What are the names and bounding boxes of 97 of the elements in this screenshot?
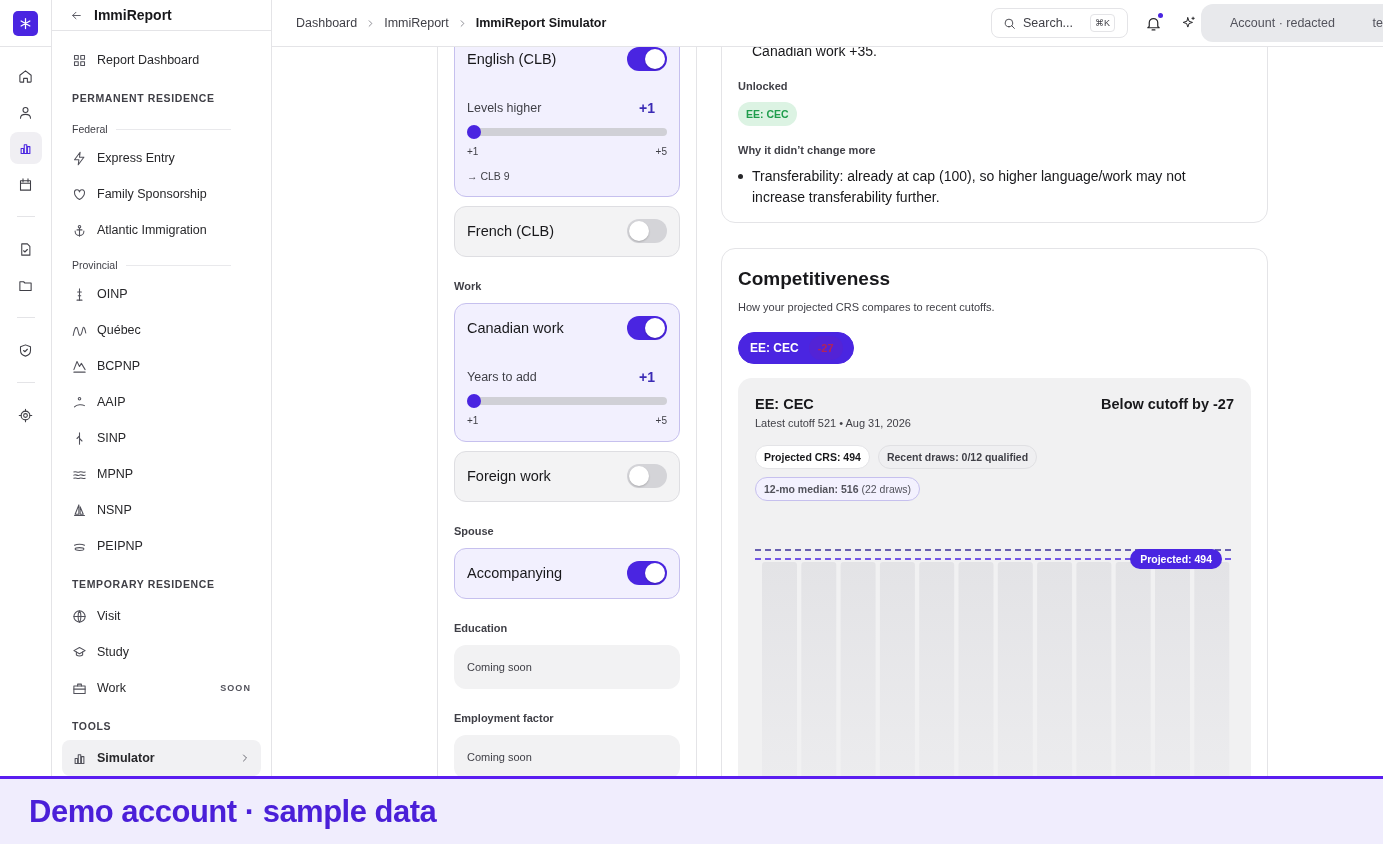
nav-item[interactable]: AAIP <box>62 384 261 420</box>
sparkle-icon <box>1182 16 1196 30</box>
calendar-icon <box>18 176 33 192</box>
nav-item[interactable]: Simulator <box>62 740 261 776</box>
breadcrumb-link[interactable]: ImmiReport <box>384 16 449 30</box>
slider-label: Levels higher <box>467 101 542 115</box>
breadcrumb-current: ImmiReport Simulator <box>475 16 607 30</box>
sailboat-icon <box>72 502 87 518</box>
section-label: Employment factor <box>454 711 555 725</box>
nav-item[interactable]: SINP <box>62 420 261 456</box>
coming-soon-card: Coming soon <box>454 645 680 689</box>
banner-text: Demo account · sample data <box>29 793 437 830</box>
briefcase-icon <box>72 680 87 696</box>
assistant-button[interactable] <box>1182 15 1196 31</box>
graduation-cap-icon <box>72 644 87 660</box>
home-icon <box>18 68 33 84</box>
stat-chip: Projected CRS: 494 <box>755 445 870 469</box>
nav-item[interactable]: MPNP <box>62 456 261 492</box>
result-text: → CLB 9 <box>467 169 511 183</box>
stat-chip: 12-mo median: 516 (22 draws) <box>755 477 921 501</box>
toggle-switch[interactable] <box>627 316 667 340</box>
unlocked-label: Unlocked <box>738 79 789 93</box>
toggle-switch[interactable] <box>627 464 667 488</box>
program-title: EE: CEC <box>755 395 814 413</box>
program-tab[interactable]: EE: CEC -27 <box>738 332 854 364</box>
status-text: Below cutoff by -27 <box>1101 395 1234 413</box>
slider-min: +1 <box>467 145 479 159</box>
unlocked-tag: EE: CEC <box>738 102 797 126</box>
group-label: Federal <box>72 123 108 135</box>
factor-label: Canadian work <box>467 320 564 336</box>
account-label: Account · redacted <box>1230 16 1335 30</box>
heart-icon <box>72 186 87 202</box>
slider-label: Years to add <box>467 370 537 384</box>
section-heading: TOOLS <box>71 719 113 734</box>
section-heading: TEMPORARY RESIDENCE <box>71 577 216 592</box>
factor-label: French (CLB) <box>467 223 555 239</box>
nav-item[interactable]: Visit <box>62 598 261 634</box>
card-subtitle: How your projected CRS compares to recent cutoffs. <box>738 300 996 315</box>
toggle-switch[interactable] <box>627 47 667 71</box>
toggle-switch[interactable] <box>627 219 667 243</box>
stat-chip: Recent draws: 0/12 qualified <box>877 445 1038 469</box>
logo-icon[interactable] <box>13 10 38 36</box>
figure-icon <box>72 394 87 410</box>
coming-soon-card: Coming soon <box>454 735 680 776</box>
projected-label: Projected: 494 <box>1130 549 1222 569</box>
unread-dot <box>1158 13 1163 18</box>
slider-max: +5 <box>655 414 667 428</box>
section-label: Work <box>454 279 483 293</box>
breadcrumb-link[interactable]: Dashboard <box>296 16 358 30</box>
slider-value: +1 <box>639 100 655 116</box>
shortcut-badge: ⌘K <box>1090 14 1115 32</box>
globe-icon <box>72 608 87 624</box>
toggle-switch[interactable] <box>627 561 667 585</box>
factor-label: Foreign work <box>467 468 551 484</box>
nav-item[interactable]: Family Sponsorship <box>62 176 261 212</box>
cutoff-text: Latest cutoff 521 • Aug 31, 2026 <box>755 416 912 431</box>
grid-icon <box>72 52 87 68</box>
group-label: Provincial <box>72 259 118 271</box>
nav-item[interactable]: Work SOON <box>62 670 261 706</box>
nav-item[interactable]: NSNP <box>62 492 261 528</box>
reason-text: Transferability: already at cap (100), so higher language/work may not increase transferability further. <box>752 167 1187 207</box>
file-check-icon <box>18 241 33 257</box>
nav-item[interactable]: Québec <box>62 312 261 348</box>
section-label: Spouse <box>454 524 495 538</box>
card-title: Competitiveness <box>738 267 892 291</box>
mountains-icon <box>72 358 87 374</box>
sidebar-title: ImmiReport <box>94 7 172 23</box>
slider[interactable] <box>467 394 667 408</box>
section-heading: PERMANENT RESIDENCE <box>71 91 216 106</box>
reports-button[interactable] <box>9 132 42 164</box>
shield-icon <box>18 342 33 358</box>
account-menu[interactable]: Account · redacted te <box>1201 4 1383 42</box>
section-label: Education <box>454 621 509 635</box>
slider-thumb[interactable] <box>467 394 481 408</box>
why-label: Why it didn’t change more <box>738 143 877 157</box>
nav-item[interactable]: Study <box>62 634 261 670</box>
nav-item[interactable]: Report Dashboard <box>62 42 261 78</box>
search-icon <box>1003 16 1016 30</box>
factor-label: English (CLB) <box>467 51 557 67</box>
account-label: te <box>1372 16 1383 30</box>
slider-thumb[interactable] <box>467 125 481 139</box>
nav-item[interactable]: Express Entry <box>62 140 261 176</box>
soon-label: SOON <box>220 683 251 693</box>
slider-min: +1 <box>467 414 479 428</box>
anchor-icon <box>72 222 87 238</box>
nav-item[interactable]: Atlantic Immigration <box>62 212 261 248</box>
slider-value: +1 <box>639 369 655 385</box>
slider[interactable] <box>467 125 667 139</box>
nav-item[interactable]: PEIPNP <box>62 528 261 564</box>
delta-badge: -27 <box>808 336 843 360</box>
bullet-icon <box>738 174 743 179</box>
lightning-icon <box>72 150 87 166</box>
slider-max: +5 <box>655 145 667 159</box>
factor-label: Accompanying <box>467 565 563 581</box>
nav-item[interactable]: BCPNP <box>62 348 261 384</box>
nav-item[interactable]: OINP <box>62 276 261 312</box>
user-icon <box>18 104 33 120</box>
